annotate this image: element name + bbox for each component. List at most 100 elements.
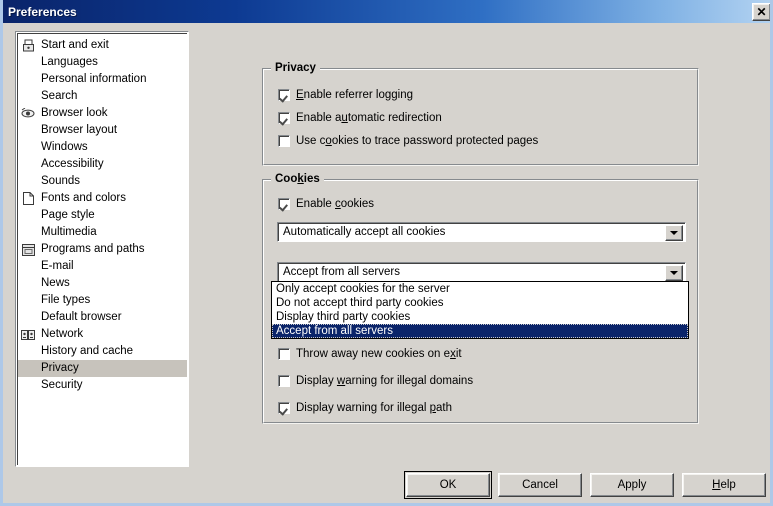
checkbox-label: Enable automatic redirection (296, 112, 442, 124)
sidebar-item-security[interactable]: Security (18, 377, 187, 394)
checkbox-box[interactable] (278, 402, 290, 414)
checkbox-box[interactable] (278, 198, 290, 210)
ok-button[interactable]: OK (404, 471, 492, 499)
checkbox-use-cookies-trace-password[interactable]: Use cookies to trace password protected … (278, 135, 538, 147)
tree-item-spacer (20, 345, 36, 359)
checkbox-box[interactable] (278, 135, 290, 147)
sidebar-item-label: Browser layout (41, 124, 118, 136)
tree-item-spacer (20, 379, 36, 393)
cookies-group-title: Cookies (271, 173, 324, 185)
sidebar-item-label: Accessibility (41, 158, 104, 170)
combo-cookie-server-policy[interactable]: Accept from all servers (277, 262, 686, 282)
titlebar: Preferences ✕ (3, 0, 770, 23)
sidebar-item-label: Network (41, 328, 84, 340)
sidebar-item-label: Search (41, 90, 78, 102)
sidebar-item-browser-look[interactable]: Browser look (18, 105, 187, 122)
sidebar-item-label: Multimedia (41, 226, 97, 238)
checkbox-enable-referrer-logging[interactable]: Enable referrer logging (278, 89, 413, 101)
checkbox-display-warning-illegal-path[interactable]: Display warning for illegal path (278, 402, 452, 414)
sidebar-item-network[interactable]: Network (18, 326, 187, 343)
tree-item-spacer (20, 124, 36, 138)
sidebar-item-search[interactable]: Search (18, 88, 187, 105)
sidebar-item-privacy[interactable]: Privacy (18, 360, 187, 377)
sidebar-item-start-and-exit[interactable]: Start and exit (18, 37, 187, 54)
checkbox-box[interactable] (278, 89, 290, 101)
tree-item-spacer (20, 362, 36, 376)
sidebar-item-browser-layout[interactable]: Browser layout (18, 122, 187, 139)
sidebar-item-history-and-cache[interactable]: History and cache (18, 343, 187, 360)
privacy-groupbox: Privacy Enable referrer logging Enable a… (262, 62, 699, 166)
tree-item-spacer (20, 73, 36, 87)
checkbox-label: Use cookies to trace password protected … (296, 135, 539, 147)
dropdown-option[interactable]: Display third party cookies (272, 310, 688, 324)
dropdown-option[interactable]: Accept from all servers (272, 324, 688, 338)
window-title: Preferences (8, 4, 77, 19)
sidebar-item-label: Privacy (41, 362, 79, 374)
dropdown-option[interactable]: Only accept cookies for the server (272, 282, 688, 296)
checkbox-enable-cookies[interactable]: Enable cookies (278, 198, 374, 210)
sidebar-item-label: Browser look (41, 107, 108, 119)
checkbox-box[interactable] (278, 112, 290, 124)
sidebar-item-label: Personal information (41, 73, 147, 85)
sidebar-item-languages[interactable]: Languages (18, 54, 187, 71)
checkbox-label: Display warning for illegal domains (296, 375, 474, 387)
checkbox-display-warning-illegal-domains[interactable]: Display warning for illegal domains (278, 375, 473, 387)
sidebar-item-label: File types (41, 294, 91, 306)
eye-icon (20, 107, 36, 121)
tree-item-spacer (20, 277, 36, 291)
combo-cookie-accept-mode[interactable]: Automatically accept all cookies (277, 222, 686, 242)
combo-value: Automatically accept all cookies (283, 226, 446, 238)
sidebar-item-sounds[interactable]: Sounds (18, 173, 187, 190)
checkbox-box[interactable] (278, 375, 290, 387)
preferences-dialog: Preferences ✕ Start and exit Languages Per… (0, 0, 773, 506)
tree-item-spacer (20, 56, 36, 70)
sidebar-item-windows[interactable]: Windows (18, 139, 187, 156)
cookie-server-policy-dropdown[interactable]: Only accept cookies for the server Do not… (271, 281, 689, 339)
sidebar-item-label: Page style (41, 209, 95, 221)
combo-value: Accept from all servers (283, 266, 400, 278)
sidebar-item-label: Sounds (41, 175, 81, 187)
sidebar-item-label: Languages (41, 56, 98, 68)
sidebar-item-label: Default browser (41, 311, 122, 323)
sidebar-item-label: Windows (41, 141, 88, 153)
settings-tree-list[interactable]: Start and exit Languages Personal informat… (17, 33, 187, 465)
tree-item-spacer (20, 226, 36, 240)
sidebar-item-label: Programs and paths (41, 243, 145, 255)
help-button[interactable]: Help (682, 473, 766, 497)
sidebar-item-multimedia[interactable]: Multimedia (18, 224, 187, 241)
sidebar-item-label: News (41, 277, 70, 289)
apply-button[interactable]: Apply (590, 473, 674, 497)
cancel-button[interactable]: Cancel (498, 473, 582, 497)
sidebar-item-personal-information[interactable]: Personal information (18, 71, 187, 88)
sidebar-item-accessibility[interactable]: Accessibility (18, 156, 187, 173)
dropdown-option[interactable]: Do not accept third party cookies (272, 296, 688, 310)
checkbox-box[interactable] (278, 348, 290, 360)
sidebar-item-label: Security (41, 379, 83, 391)
sidebar-item-label: Start and exit (41, 39, 109, 51)
tree-item-spacer (20, 260, 36, 274)
privacy-group-title: Privacy (271, 62, 320, 74)
checkbox-label: Enable referrer logging (296, 89, 413, 101)
sidebar-item-fonts-and-colors[interactable]: Fonts and colors (18, 190, 187, 207)
sidebar-item-page-style[interactable]: Page style (18, 207, 187, 224)
network-icon (20, 328, 36, 342)
sidebar-item-programs-and-paths[interactable]: Programs and paths (18, 241, 187, 258)
close-icon[interactable]: ✕ (752, 3, 770, 21)
sidebar-item-default-browser[interactable]: Default browser (18, 309, 187, 326)
chevron-down-icon[interactable] (665, 265, 683, 281)
lock-icon (20, 39, 36, 53)
sidebar-item-label: History and cache (41, 345, 134, 357)
page-icon (20, 192, 36, 206)
tree-item-spacer (20, 294, 36, 308)
chevron-down-icon[interactable] (665, 225, 683, 241)
window-icon (20, 243, 36, 257)
sidebar-item-label: E-mail (41, 260, 74, 272)
checkbox-enable-automatic-redirection[interactable]: Enable automatic redirection (278, 112, 442, 124)
settings-tree-panel: Start and exit Languages Personal informat… (15, 31, 189, 467)
tree-item-spacer (20, 141, 36, 155)
checkbox-throw-away-new-cookies-on-exit[interactable]: Throw away new cookies on exit (278, 348, 462, 360)
sidebar-item-news[interactable]: News (18, 275, 187, 292)
sidebar-item-e-mail[interactable]: E-mail (18, 258, 187, 275)
sidebar-item-label: Fonts and colors (41, 192, 127, 204)
sidebar-item-file-types[interactable]: File types (18, 292, 187, 309)
